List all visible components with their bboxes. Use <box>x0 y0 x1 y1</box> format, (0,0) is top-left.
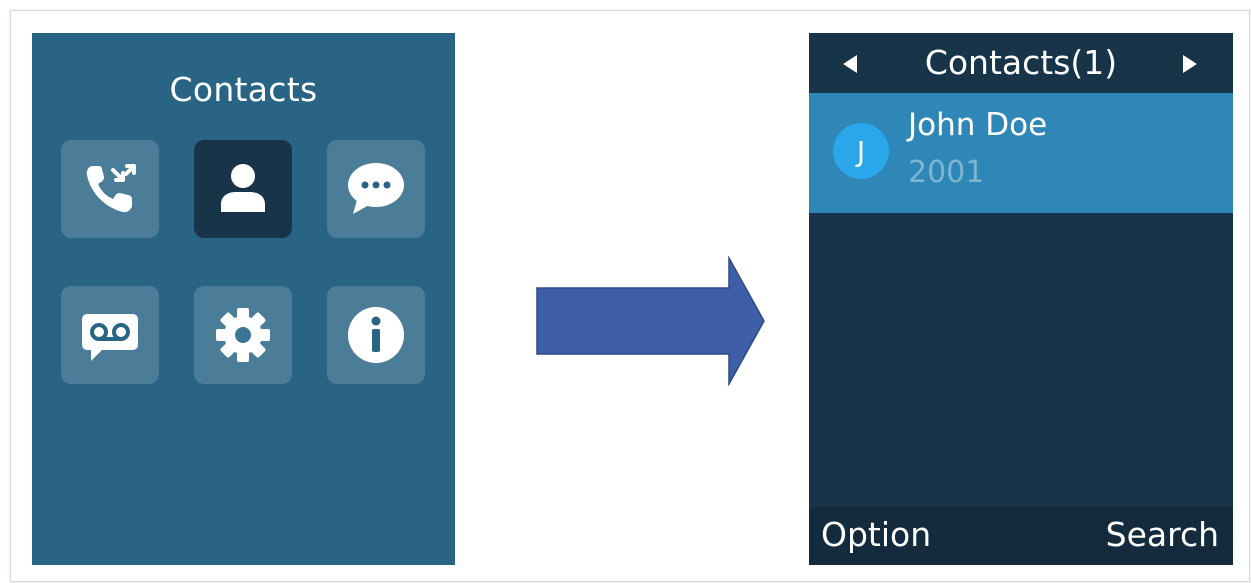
avatar: J <box>833 123 889 179</box>
menu-item-info[interactable] <box>327 286 425 384</box>
menu-item-contacts[interactable] <box>194 140 292 238</box>
menu-item-messages[interactable] <box>327 140 425 238</box>
contacts-header: Contacts(1) <box>809 33 1233 93</box>
option-softkey[interactable]: Option <box>821 518 931 551</box>
messages-icon <box>348 163 404 214</box>
arrow-right-icon[interactable] <box>1182 54 1198 74</box>
menu-item-call-history[interactable] <box>61 140 159 238</box>
contact-list-item[interactable]: J John Doe 2001 <box>809 93 1233 213</box>
search-softkey[interactable]: Search <box>1106 518 1219 551</box>
transition-arrow-icon <box>536 256 765 386</box>
menu-item-voicemail[interactable] <box>61 286 159 384</box>
contacts-screen: Contacts(1) J John Doe 2001 Option Searc… <box>809 33 1233 565</box>
menu-title: Contacts <box>169 70 318 109</box>
contacts-icon <box>221 164 265 212</box>
voicemail-icon <box>82 314 138 361</box>
softkey-bar: Option Search <box>809 507 1233 565</box>
menu-item-settings[interactable] <box>194 286 292 384</box>
call-history-icon <box>86 164 136 213</box>
main-menu-screen: Contacts <box>32 33 455 565</box>
info-icon <box>348 307 404 363</box>
contact-name: John Doe <box>908 107 1048 143</box>
contacts-title: Contacts(1) <box>924 43 1118 82</box>
contact-number: 2001 <box>908 155 985 190</box>
settings-icon <box>216 308 270 362</box>
